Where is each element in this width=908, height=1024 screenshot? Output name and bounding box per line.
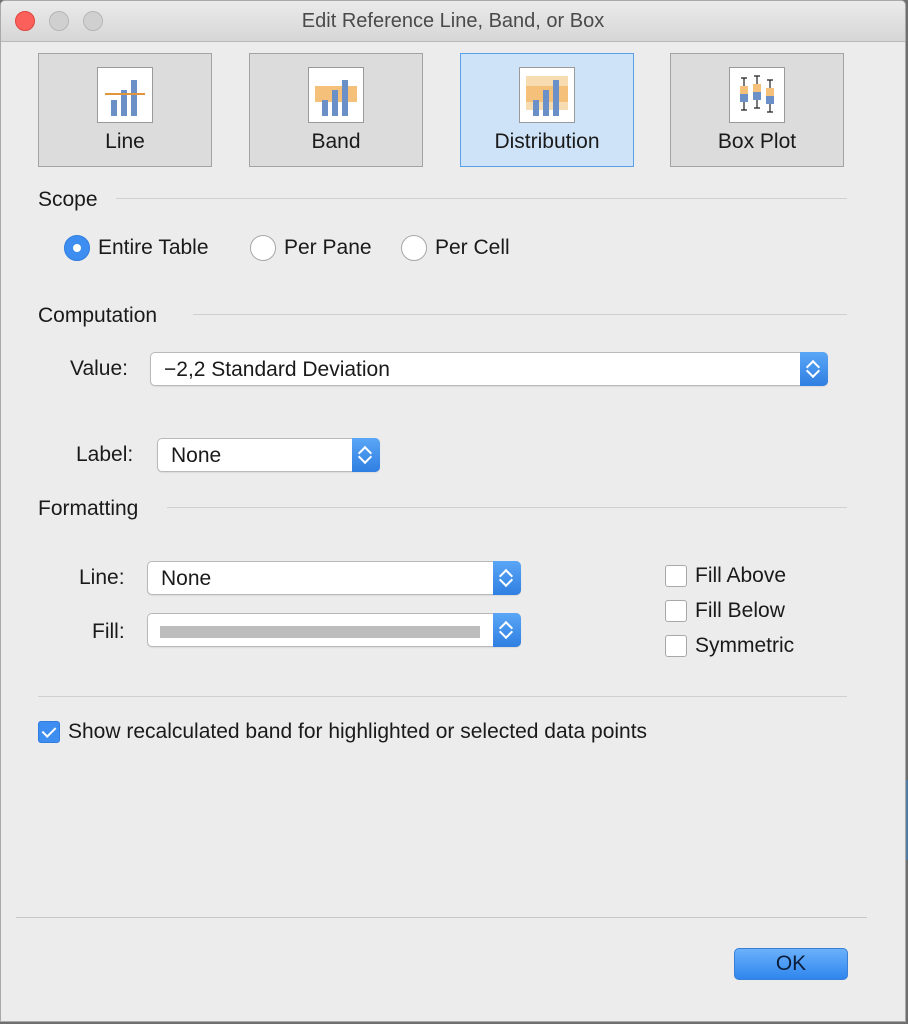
fill-above-label: Fill Above [695, 564, 787, 587]
window-title: Edit Reference Line, Band, or Box [301, 10, 605, 32]
tab-distribution[interactable]: Distribution [460, 53, 634, 167]
scope-divider [116, 198, 847, 199]
value-select[interactable]: −2,2 Standard Deviation [150, 352, 828, 386]
line-label: Line: [79, 566, 125, 589]
chevron-updown-icon [493, 561, 521, 595]
show-recalculated-checkbox[interactable] [38, 721, 60, 743]
fill-below-checkbox[interactable] [665, 600, 687, 622]
tab-band-label: Band [311, 130, 361, 153]
chevron-updown-icon [352, 438, 380, 472]
value-select-value: −2,2 Standard Deviation [164, 358, 390, 381]
label-select[interactable]: None [157, 438, 380, 472]
computation-heading: Computation [38, 304, 158, 327]
tab-distribution-label: Distribution [494, 130, 600, 153]
fill-label: Fill: [92, 620, 125, 643]
show-recalculated-label: Show recalculated band for highlighted o… [68, 720, 648, 743]
symmetric-checkbox[interactable] [665, 635, 687, 657]
per-cell-label: Per Cell [435, 236, 510, 259]
fill-above-option[interactable]: Fill Above [665, 564, 786, 588]
tab-box-plot[interactable]: Box Plot [670, 53, 844, 167]
options-divider [38, 696, 847, 697]
per-pane-radio[interactable] [250, 235, 276, 261]
formatting-heading: Formatting [38, 497, 139, 520]
title-bar: Edit Reference Line, Band, or Box [1, 1, 905, 42]
fill-color-swatch [160, 626, 480, 638]
fill-below-label: Fill Below [695, 599, 785, 622]
entire-table-label: Entire Table [98, 236, 209, 259]
tab-box-plot-label: Box Plot [717, 130, 797, 153]
ok-button[interactable]: OK [734, 948, 848, 980]
fill-below-option[interactable]: Fill Below [665, 599, 785, 623]
tab-line-label: Line [105, 130, 145, 153]
box-plot-icon [729, 67, 785, 123]
fill-select[interactable] [147, 613, 521, 647]
fill-above-checkbox[interactable] [665, 565, 687, 587]
footer-divider [16, 917, 867, 918]
distribution-icon [519, 67, 575, 123]
tab-line[interactable]: Line [38, 53, 212, 167]
line-select[interactable]: None [147, 561, 521, 595]
chevron-updown-icon [800, 352, 828, 386]
value-label: Value: [70, 357, 128, 380]
per-pane-label: Per Pane [284, 236, 372, 259]
tab-band[interactable]: Band [249, 53, 423, 167]
label-label: Label: [76, 443, 134, 466]
reference-line-icon [97, 67, 153, 123]
symmetric-label: Symmetric [695, 634, 795, 657]
scope-option-entire-table[interactable]: Entire Table [64, 235, 209, 261]
entire-table-radio[interactable] [64, 235, 90, 261]
line-select-value: None [161, 567, 212, 590]
per-cell-radio[interactable] [401, 235, 427, 261]
chevron-updown-icon [493, 613, 521, 647]
scope-option-per-pane[interactable]: Per Pane [250, 235, 372, 261]
reference-band-icon [308, 67, 364, 123]
scope-heading: Scope [38, 188, 98, 211]
formatting-divider [167, 507, 847, 508]
symmetric-option[interactable]: Symmetric [665, 634, 794, 658]
computation-divider [193, 314, 847, 315]
edit-reference-dialog: Edit Reference Line, Band, or Box Line B… [0, 0, 906, 1022]
show-recalculated-option[interactable]: Show recalculated band for highlighted o… [38, 720, 647, 744]
scope-option-per-cell[interactable]: Per Cell [401, 235, 510, 261]
label-select-value: None [171, 444, 222, 467]
